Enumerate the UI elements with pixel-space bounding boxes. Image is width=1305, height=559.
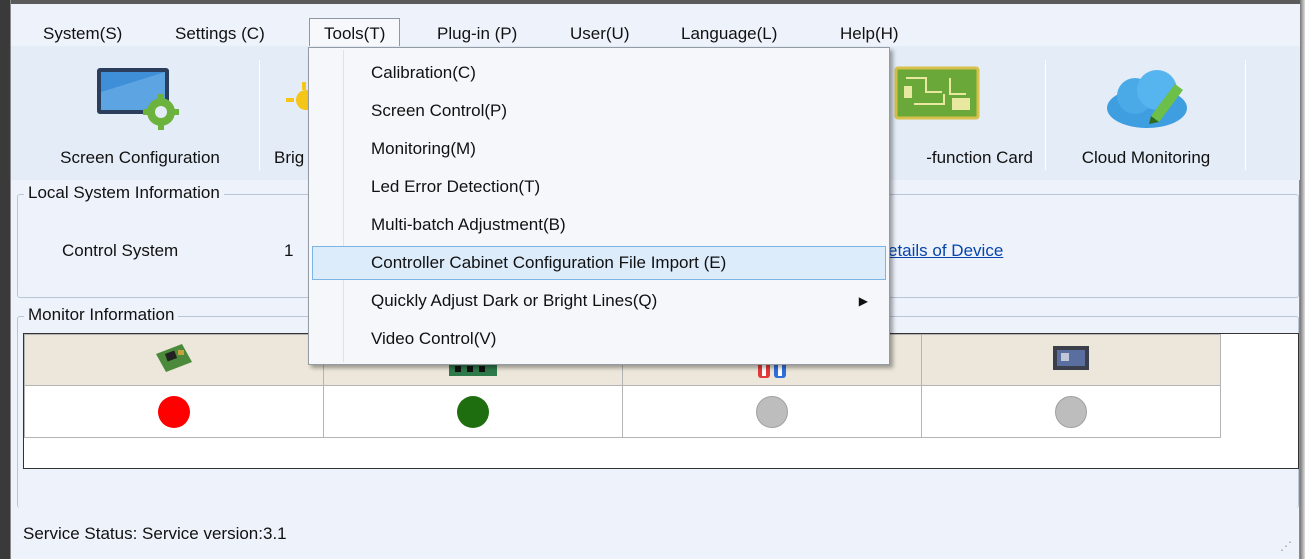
cloud-monitoring-button[interactable]: Cloud Monitoring [1051, 50, 1241, 174]
menu-language[interactable]: Language(L) [667, 19, 791, 49]
menu-item-led-error-detection[interactable]: Led Error Detection(T) [312, 170, 886, 204]
tools-dropdown: Calibration(C) Screen Control(P) Monitor… [308, 47, 890, 365]
menu-item-quickly-adjust-lines-label: Quickly Adjust Dark or Bright Lines(Q) [371, 291, 658, 310]
multifunction-card-label: -function Card [926, 148, 1033, 167]
monitor-title: Monitor Information [24, 305, 179, 325]
menu-bar: System(S) Settings (C) Tools(T) Plug-in … [11, 0, 1301, 49]
status-bar: Service Status: Service version:3.1 [23, 524, 287, 543]
menu-system[interactable]: System(S) [29, 19, 136, 49]
sending-status-dot [457, 395, 489, 428]
menu-settings[interactable]: Settings (C) [161, 19, 279, 49]
details-of-device-link[interactable]: etails of Device [888, 241, 1003, 261]
menu-user[interactable]: User(U) [556, 19, 644, 49]
main-window: System(S) Settings (C) Tools(T) Plug-in … [10, 0, 1301, 559]
multifunction-card-icon [894, 66, 980, 120]
control-system-value: 1 [284, 241, 294, 260]
receiving-card-icon [156, 343, 192, 372]
menu-help[interactable]: Help(H) [826, 19, 913, 49]
resize-grip-icon[interactable]: ⋰ [1280, 539, 1293, 553]
submenu-arrow-icon: ▶ [858, 294, 868, 308]
window-edge [1300, 0, 1305, 559]
menu-item-video-control[interactable]: Video Control(V) [312, 322, 886, 356]
menu-item-controller-cabinet-import[interactable]: Controller Cabinet Configuration File Im… [312, 246, 886, 280]
menu-tools[interactable]: Tools(T) [309, 18, 401, 48]
menu-item-multi-batch-adjustment[interactable]: Multi-batch Adjustment(B) [312, 208, 886, 242]
multifunction-card-button[interactable]: -function Card [886, 50, 1041, 174]
control-system-label: Control System [62, 241, 179, 260]
menu-item-monitoring[interactable]: Monitoring(M) [312, 132, 886, 166]
menu-item-screen-control[interactable]: Screen Control(P) [312, 94, 886, 128]
receiving-status-dot [158, 395, 190, 428]
multifunction-status-dot [1055, 395, 1087, 428]
screen-configuration-label: Screen Configuration [60, 148, 220, 167]
monitor-status-row [24, 385, 1221, 438]
menu-item-calibration[interactable]: Calibration(C) [312, 56, 886, 90]
multifunction-card-small-icon [1053, 345, 1089, 370]
screen-configuration-icon [97, 68, 179, 130]
monitor-col-receiving [24, 334, 324, 386]
monitor-col-multifunction [921, 334, 1221, 386]
menu-item-quickly-adjust-lines[interactable]: Quickly Adjust Dark or Bright Lines(Q) ▶ [312, 284, 886, 318]
cloud-monitoring-icon [1107, 70, 1187, 128]
cloud-monitoring-label: Cloud Monitoring [1081, 148, 1211, 167]
temperature-status-dot [756, 395, 788, 428]
screen-configuration-button[interactable]: Screen Configuration [29, 50, 251, 174]
local-system-title: Local System Information [24, 183, 224, 203]
menu-plugin[interactable]: Plug-in (P) [423, 19, 531, 49]
